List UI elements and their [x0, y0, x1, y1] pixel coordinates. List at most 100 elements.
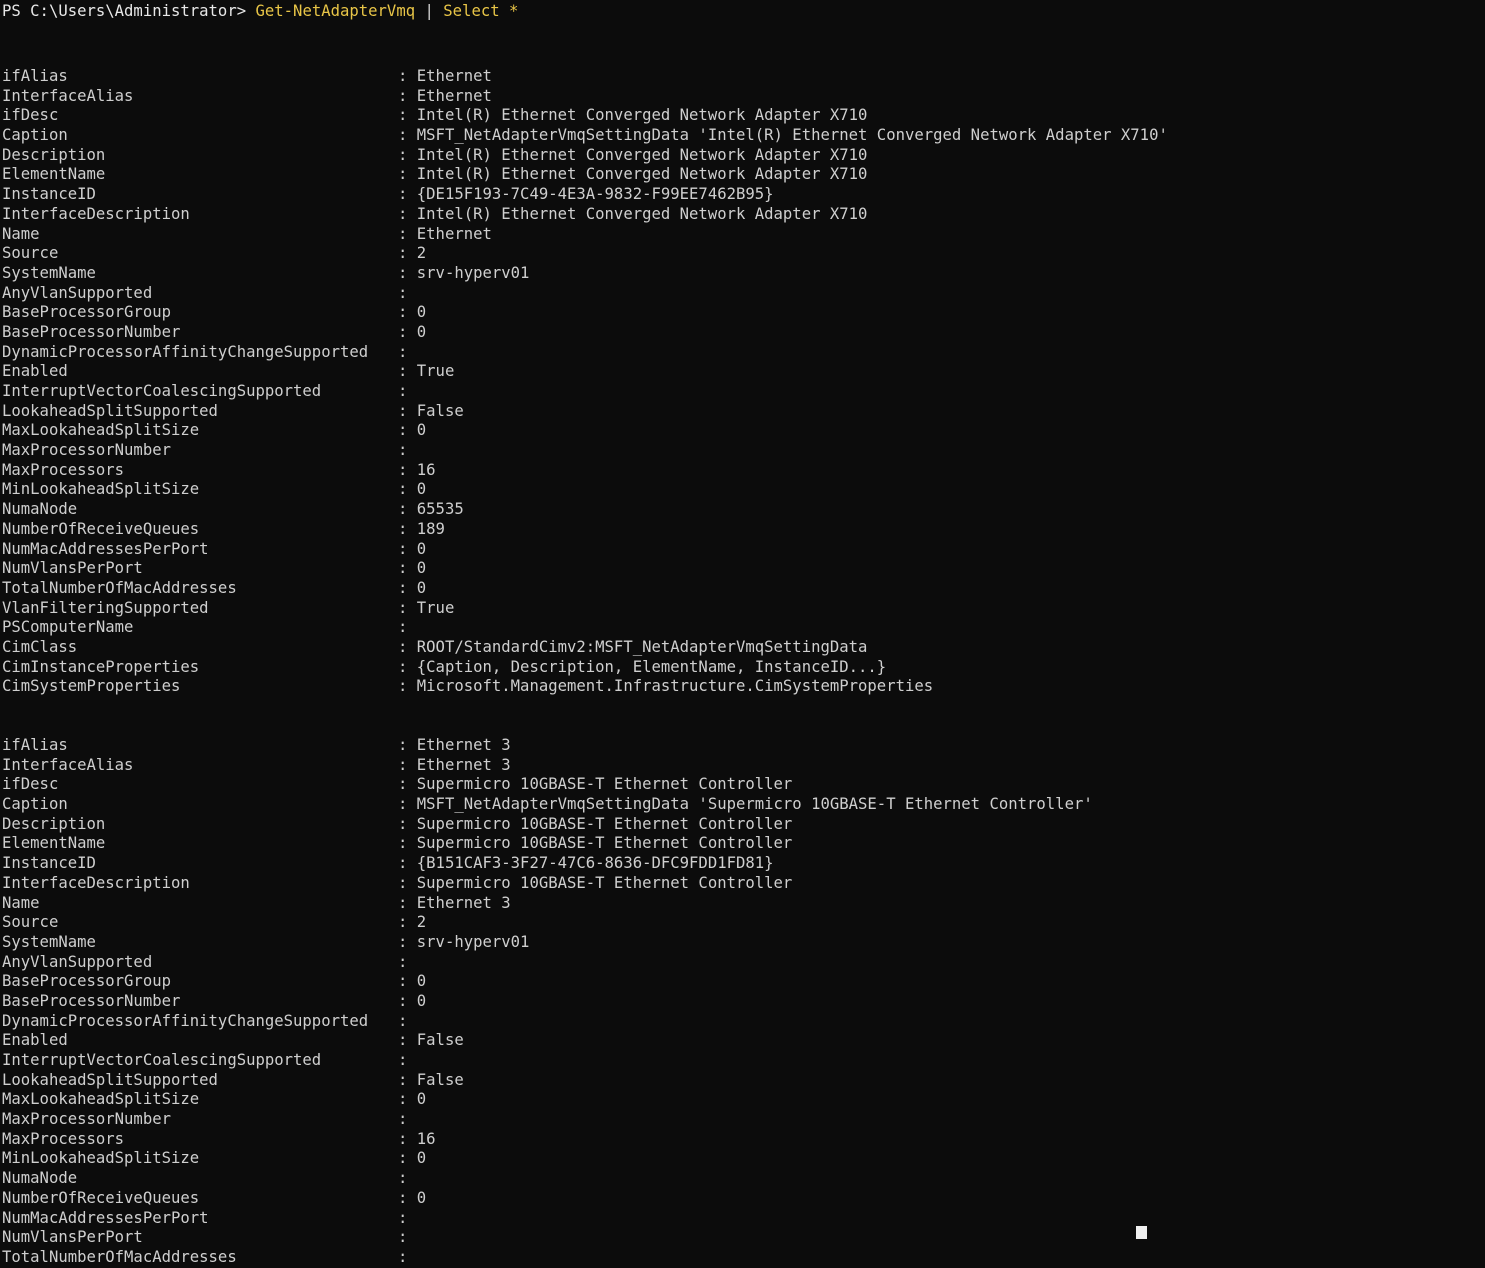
property-separator: : [398, 1188, 417, 1207]
property-separator: : [398, 322, 417, 341]
property-value: Ethernet 3 [416, 736, 511, 754]
property-separator: : [398, 972, 417, 991]
property-name: DynamicProcessorAffinityChangeSupported [2, 342, 369, 361]
property-separator: : [398, 460, 417, 479]
property-separator: : [398, 932, 417, 951]
property-separator: : [398, 224, 417, 243]
property-value: Supermicro 10GBASE-T Ethernet Controller [416, 834, 793, 853]
property-row: InterruptVectorCoalescingSupported: [2, 1051, 1485, 1071]
property-value: Supermicro 10GBASE-T Ethernet Controller [416, 814, 793, 833]
property-separator: : [398, 1228, 417, 1247]
property-value: ROOT/StandardCimv2:MSFT_NetAdapterVmqSet… [416, 637, 868, 656]
property-name: Enabled [2, 1031, 68, 1050]
command-tail-text: Select * [443, 2, 519, 20]
property-row: NumMacAddressesPerPort: 0 [2, 540, 1485, 560]
property-separator: : [398, 618, 417, 637]
property-name: Caption [2, 126, 68, 145]
property-value: MSFT_NetAdapterVmqSettingData 'Intel(R) … [416, 126, 1168, 145]
property-name: DynamicProcessorAffinityChangeSupported [2, 1011, 369, 1030]
property-value: srv-hyperv01 [416, 932, 530, 951]
property-name: NumberOfReceiveQueues [2, 519, 200, 538]
property-name: Name [2, 893, 40, 912]
property-row: PSComputerName: [2, 618, 1485, 638]
property-row: CimClass: ROOT/StandardCimv2:MSFT_NetAda… [2, 638, 1485, 658]
property-row: AnyVlanSupported: [2, 284, 1485, 304]
property-value: Intel(R) Ethernet Converged Network Adap… [416, 165, 868, 184]
property-value: Intel(R) Ethernet Converged Network Adap… [416, 145, 868, 164]
property-separator: : [398, 1011, 417, 1030]
property-row: MinLookaheadSplitSize: 0 [2, 1149, 1485, 1169]
property-name: ifDesc [2, 106, 59, 125]
property-separator: : [398, 244, 417, 263]
property-separator: : [398, 834, 417, 853]
property-separator: : [398, 1090, 417, 1109]
property-name: Description [2, 814, 106, 833]
property-name: CimSystemProperties [2, 677, 181, 696]
property-name: Caption [2, 795, 68, 814]
property-name: AnyVlanSupported [2, 283, 153, 302]
prompt-path: PS C:\Users\Administrator> [2, 2, 247, 20]
property-value: Supermicro 10GBASE-T Ethernet Controller [416, 873, 793, 892]
property-row: CimInstanceProperties: {Caption, Descrip… [2, 658, 1485, 678]
property-name: PSComputerName [2, 618, 134, 637]
property-row: VlanFilteringSupported: True [2, 599, 1485, 619]
property-row: Enabled: False [2, 1031, 1485, 1051]
property-separator: : [398, 204, 417, 223]
property-value: True [416, 598, 455, 617]
property-separator: : [398, 1149, 417, 1168]
property-value: Ethernet [416, 224, 492, 243]
property-row: DynamicProcessorAffinityChangeSupported: [2, 1012, 1485, 1032]
property-name: AnyVlanSupported [2, 952, 153, 971]
top-spacer [0, 22, 1485, 67]
property-name: BaseProcessorNumber [2, 991, 181, 1010]
property-name: BaseProcessorGroup [2, 972, 171, 991]
property-value: Microsoft.Management.Infrastructure.CimS… [416, 677, 934, 696]
property-name: ElementName [2, 834, 106, 853]
property-value: 0 [416, 559, 427, 578]
property-separator: : [398, 1070, 417, 1089]
powershell-terminal[interactable]: PS C:\Users\Administrator> Get-NetAdapte… [0, 0, 1485, 1266]
property-name: MaxProcessors [2, 1129, 125, 1148]
property-separator: : [398, 795, 417, 814]
property-value: 0 [416, 421, 427, 440]
property-row: ElementName: Intel(R) Ethernet Converged… [2, 165, 1485, 185]
property-separator: : [398, 519, 417, 538]
property-name: SystemName [2, 263, 96, 282]
property-separator: : [398, 401, 417, 420]
property-separator: : [398, 677, 417, 696]
property-value: 2 [416, 244, 427, 263]
property-separator: : [398, 106, 417, 125]
property-row: BaseProcessorNumber: 0 [2, 323, 1485, 343]
property-name: ifAlias [2, 67, 68, 85]
property-separator: : [398, 814, 417, 833]
property-name: MaxLookaheadSplitSize [2, 421, 200, 440]
property-name: NumMacAddressesPerPort [2, 539, 209, 558]
property-name: NumaNode [2, 1169, 78, 1188]
property-row: NumVlansPerPort: [2, 1228, 1485, 1248]
property-separator: : [398, 755, 417, 774]
property-value: 0 [416, 972, 427, 991]
property-name: InterfaceDescription [2, 204, 190, 223]
property-separator: : [398, 500, 417, 519]
property-row: TotalNumberOfMacAddresses: 0 [2, 579, 1485, 599]
property-name: Source [2, 913, 59, 932]
property-row: InterfaceDescription: Supermicro 10GBASE… [2, 874, 1485, 894]
property-row: InterfaceDescription: Intel(R) Ethernet … [2, 205, 1485, 225]
property-separator: : [398, 303, 417, 322]
property-row: MaxProcessors: 16 [2, 1130, 1485, 1150]
adapter-ethernet-3: ifAlias: Ethernet 3 InterfaceAlias: Ether… [2, 736, 1485, 1268]
property-value: 65535 [416, 500, 464, 519]
property-separator: : [398, 441, 417, 460]
property-row: ifAlias: Ethernet [2, 67, 1485, 87]
property-separator: : [398, 1129, 417, 1148]
block-separator [2, 697, 1485, 736]
property-separator: : [398, 539, 417, 558]
property-separator: : [398, 263, 417, 282]
property-row: AnyVlanSupported: [2, 953, 1485, 973]
property-value: 0 [416, 539, 427, 558]
property-value: False [416, 401, 464, 420]
property-separator: : [398, 126, 417, 145]
property-value: Ethernet 3 [416, 755, 511, 774]
property-separator: : [398, 1031, 417, 1050]
property-name: InterruptVectorCoalescingSupported [2, 382, 322, 400]
